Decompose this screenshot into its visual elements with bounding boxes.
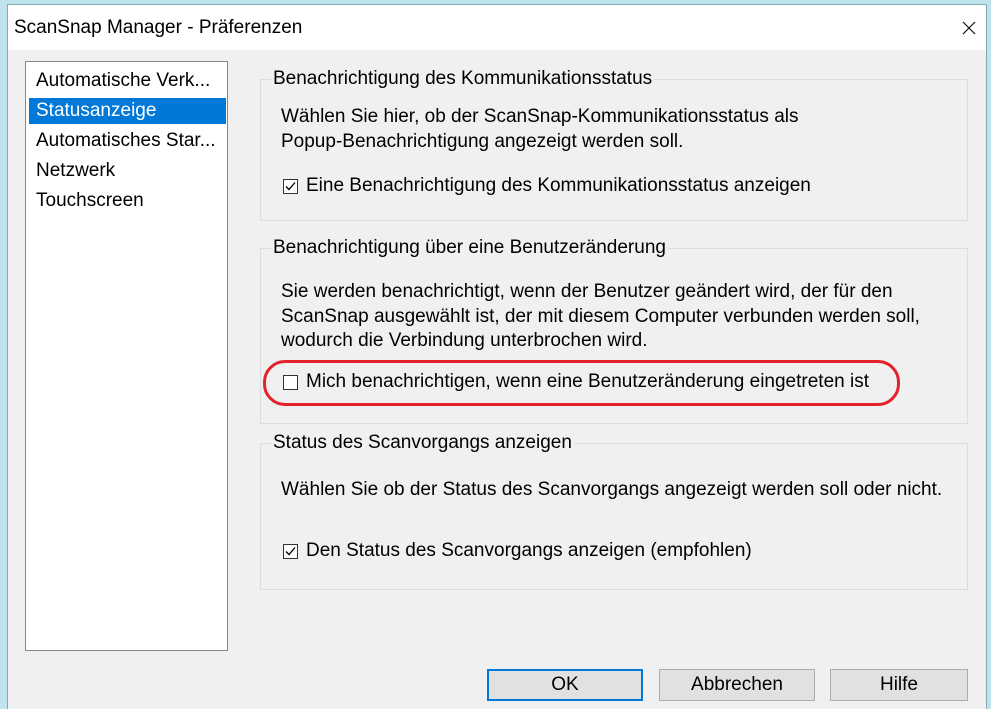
category-item-network[interactable]: Netzwerk xyxy=(29,158,226,184)
help-button[interactable]: Hilfe xyxy=(830,669,968,701)
description-line: Sie werden benachrichtigt, wenn der Benu… xyxy=(281,281,893,302)
checkmark-icon xyxy=(285,181,296,190)
window-title: ScanSnap Manager - Präferenzen xyxy=(14,17,303,38)
show-scan-status-checkbox[interactable]: Den Status des Scanvorgangs anzeigen (em… xyxy=(283,539,752,563)
notify-user-change-checkbox[interactable]: Mich benachrichtigen, wenn eine Benutzer… xyxy=(283,370,869,394)
close-icon xyxy=(962,21,976,34)
preferences-dialog: ScanSnap Manager - Präferenzen Automatis… xyxy=(8,5,986,709)
group-legend: Status des Scanvorgangs anzeigen xyxy=(271,431,574,455)
close-button[interactable] xyxy=(952,5,986,50)
group-legend: Benachrichtigung des Kommunikationsstatu… xyxy=(271,67,655,91)
description-line: Wählen Sie hier, ob der ScanSnap-Kommuni… xyxy=(281,106,799,127)
description-line: Popup-Benachrichtigung angezeigt werden … xyxy=(281,130,684,152)
description-line: ScanSnap ausgewählt ist, der mit diesem … xyxy=(281,305,920,327)
category-list[interactable]: Automatische Verk... Statusanzeige Autom… xyxy=(25,61,228,651)
group-description: Sie werden benachrichtigt, wenn der Benu… xyxy=(281,280,920,354)
show-communication-status-checkbox[interactable]: Eine Benachrichtigung des Kommunikations… xyxy=(283,174,811,198)
group-legend: Benachrichtigung über eine Benutzeränder… xyxy=(271,236,668,260)
category-item-touchscreen[interactable]: Touchscreen xyxy=(29,188,226,214)
category-item-automatic-connection[interactable]: Automatische Verk... xyxy=(29,68,226,94)
category-item-automatic-start[interactable]: Automatisches Star... xyxy=(29,128,226,154)
checkmark-icon xyxy=(285,546,296,555)
checkbox-label[interactable]: Den Status des Scanvorgangs anzeigen (em… xyxy=(306,540,752,562)
checkbox-box[interactable] xyxy=(283,543,298,559)
group-user-change: Benachrichtigung über eine Benutzeränder… xyxy=(260,236,968,424)
cancel-button[interactable]: Abbrechen xyxy=(659,669,815,701)
checkbox-box[interactable] xyxy=(283,374,298,390)
checkbox-label[interactable]: Eine Benachrichtigung des Kommunikations… xyxy=(306,175,811,197)
group-description: Wählen Sie hier, ob der ScanSnap-Kommuni… xyxy=(281,105,799,154)
description-line: Wählen Sie ob der Status des Scanvorgang… xyxy=(281,479,943,500)
group-description: Wählen Sie ob der Status des Scanvorgang… xyxy=(281,478,942,503)
group-scan-status: Status des Scanvorgangs anzeigen Wählen … xyxy=(260,431,968,590)
checkbox-label[interactable]: Mich benachrichtigen, wenn eine Benutzer… xyxy=(306,371,869,393)
category-item-status-display[interactable]: Statusanzeige xyxy=(29,98,226,124)
title-bar[interactable]: ScanSnap Manager - Präferenzen xyxy=(8,5,986,50)
group-communication-status: Benachrichtigung des Kommunikationsstatu… xyxy=(260,67,968,221)
description-line: wodurch die Verbindung unterbrochen wird… xyxy=(281,330,648,351)
checkbox-box[interactable] xyxy=(283,178,298,194)
ok-button[interactable]: OK xyxy=(487,669,643,701)
